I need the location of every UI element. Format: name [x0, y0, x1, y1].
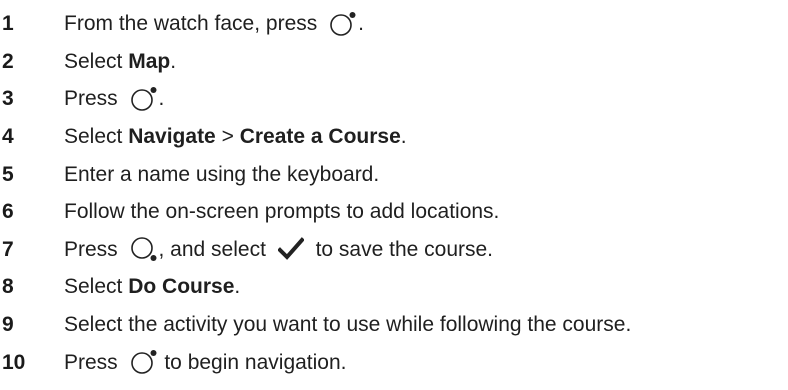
step-text-segment: Select [64, 49, 129, 73]
step-text: Follow the on-screen prompts to add loca… [64, 201, 499, 222]
step-text: Press . [64, 86, 164, 112]
step-text-segment: Enter a name using the keyboard. [64, 162, 380, 186]
step-item: 8 Select Do Course. [0, 268, 788, 306]
step-number: 6 [2, 200, 14, 224]
step-item: 7 Press , and select to save the course. [0, 231, 788, 269]
step-text-segment: , and select [158, 237, 272, 261]
step-number: 4 [2, 125, 14, 149]
step-text-segment: . [234, 275, 241, 299]
step-number: 3 [2, 87, 14, 111]
step-text-segment: Follow the on-screen prompts to add loca… [64, 200, 500, 224]
step-item: 6 Follow the on-screen prompts to add loc… [0, 193, 788, 231]
step-text-segment: to save the course. [309, 237, 494, 261]
step-text-segment: to begin navigation. [158, 350, 347, 374]
ui-term: Create a Course [239, 125, 401, 149]
ui-term: Map [128, 49, 171, 73]
watch-button-upper-right-icon [129, 349, 159, 375]
step-text: From the watch face, press . [64, 11, 364, 37]
step-text: Press , and select to save the course. [64, 236, 493, 262]
step-item: 5 Enter a name using the keyboard. [0, 155, 788, 193]
watch-button-upper-right-icon [328, 11, 358, 37]
step-number: 7 [2, 237, 14, 261]
step-text-segment: . [158, 87, 165, 111]
step-text-segment: Select [64, 275, 129, 299]
step-text: Select Do Course. [64, 276, 240, 297]
step-item: 2 Select Map. [0, 43, 788, 81]
checkmark-icon [277, 237, 304, 261]
step-text-segment: Press [64, 87, 124, 111]
step-text-segment: From the watch face, press [64, 12, 324, 36]
step-text: Press to begin navigation. [64, 349, 347, 375]
step-text: Enter a name using the keyboard. [64, 164, 379, 185]
step-text-segment: > [215, 125, 240, 149]
step-text: Select Navigate > Create a Course. [64, 126, 407, 147]
step-text: Select Map. [64, 51, 176, 72]
instruction-steps-list: 1 From the watch face, press . 2 Select Map… [0, 5, 788, 381]
step-item: 1 From the watch face, press . [0, 5, 788, 43]
step-text-segment: . [170, 49, 177, 73]
step-text-segment: . [400, 125, 407, 149]
step-number: 5 [2, 162, 14, 186]
step-number: 10 [2, 350, 26, 374]
ui-term: Do Course [128, 275, 235, 299]
step-text-segment: Press [64, 237, 124, 261]
step-text-segment: Press [64, 350, 124, 374]
step-item: 9 Select the activity you want to use whi… [0, 306, 788, 344]
step-number: 8 [2, 275, 14, 299]
step-text-segment: Select [64, 125, 129, 149]
step-number: 1 [2, 12, 14, 36]
watch-button-upper-right-icon [129, 86, 159, 112]
watch-button-lower-right-icon [129, 236, 159, 262]
step-text-segment: Select the activity you want to use whil… [64, 313, 632, 337]
step-text: Select the activity you want to use whil… [64, 314, 631, 335]
step-number: 2 [2, 49, 14, 73]
step-number: 9 [2, 313, 14, 337]
ui-term: Navigate [128, 125, 216, 149]
step-item: 3 Press . [0, 80, 788, 118]
step-item: 4 Select Navigate > Create a Course. [0, 118, 788, 156]
step-text-segment: . [358, 12, 364, 36]
step-item: 10 Press to begin navigation. [0, 343, 788, 381]
